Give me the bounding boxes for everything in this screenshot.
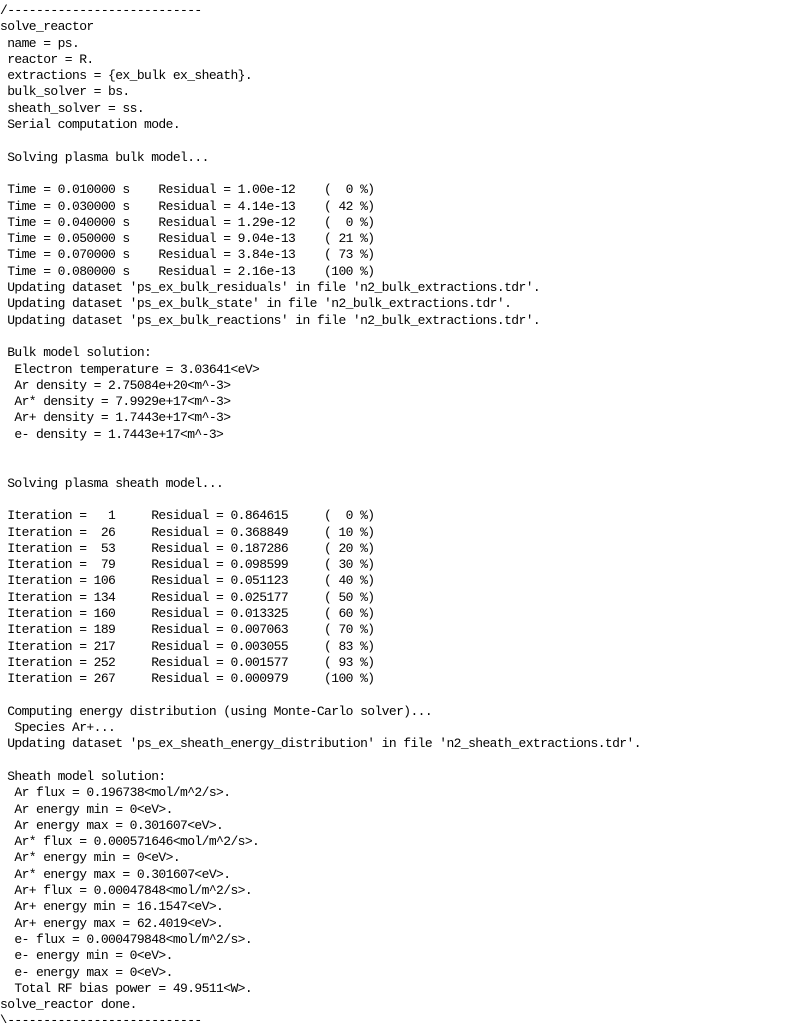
console-line: Iteration = 79 Residual = 0.098599 ( 30 … <box>0 557 375 573</box>
console-line: Solving plasma bulk model... <box>0 149 209 165</box>
console-line: solve_reactor <box>0 19 94 35</box>
console-line: Iteration = 160 Residual = 0.013325 ( 60… <box>0 605 375 621</box>
console-line: Iteration = 267 Residual = 0.000979 (100… <box>0 671 375 687</box>
console-line: sheath_solver = ss. <box>0 100 145 116</box>
console-output: /--------------------------- solve_reacto… <box>0 3 801 1023</box>
console-line: Ar density = 2.75084e+20<m^-3> <box>0 377 231 393</box>
console-line: Updating dataset 'ps_ex_bulk_reactions' … <box>0 312 541 328</box>
console-line: Ar+ energy min = 16.1547<eV>. <box>0 899 224 915</box>
console-line: Solving plasma sheath model... <box>0 475 224 491</box>
console-line: Updating dataset 'ps_ex_bulk_residuals' … <box>0 280 541 296</box>
console-line: name = ps. <box>0 35 80 51</box>
console-line: Sheath model solution: <box>0 768 166 784</box>
console-line: bulk_solver = bs. <box>0 84 130 100</box>
console-line: Ar+ energy max = 62.4019<eV>. <box>0 915 224 931</box>
console-line: Updating dataset 'ps_ex_bulk_state' in f… <box>0 296 512 312</box>
console-line: Serial computation mode. <box>0 117 181 133</box>
console-line: Ar flux = 0.196738<mol/m^2/s>. <box>0 785 231 801</box>
console-line: e- density = 1.7443e+17<m^-3> <box>0 426 224 442</box>
console-line: Ar+ density = 1.7443e+17<m^-3> <box>0 410 231 426</box>
console-line: Iteration = 53 Residual = 0.187286 ( 20 … <box>0 540 375 556</box>
console-line: Ar* density = 7.9929e+17<m^-3> <box>0 394 231 410</box>
console-line: Iteration = 106 Residual = 0.051123 ( 40… <box>0 573 375 589</box>
console-line: Iteration = 26 Residual = 0.368849 ( 10 … <box>0 524 375 540</box>
console-line: Ar+ flux = 0.00047848<mol/m^2/s>. <box>0 883 253 899</box>
console-line: Time = 0.080000 s Residual = 2.16e-13 (1… <box>0 263 375 279</box>
console-line: solve_reactor done. <box>0 997 137 1013</box>
console-line: Ar energy min = 0<eV>. <box>0 801 173 817</box>
console-line: Ar* energy min = 0<eV>. <box>0 850 181 866</box>
console-line: \--------------------------- <box>0 1013 202 1023</box>
console-line: Electron temperature = 3.03641<eV> <box>0 361 260 377</box>
console-line: Time = 0.040000 s Residual = 1.29e-12 ( … <box>0 214 375 230</box>
console-line: Iteration = 134 Residual = 0.025177 ( 50… <box>0 589 375 605</box>
console-line: Time = 0.070000 s Residual = 3.84e-13 ( … <box>0 247 375 263</box>
console-line: Ar* flux = 0.000571646<mol/m^2/s>. <box>0 834 260 850</box>
console-line: Species Ar+... <box>0 720 116 736</box>
console-line: e- flux = 0.000479848<mol/m^2/s>. <box>0 931 253 947</box>
console-line: Iteration = 217 Residual = 0.003055 ( 83… <box>0 638 375 654</box>
console-line: Iteration = 252 Residual = 0.001577 ( 93… <box>0 654 375 670</box>
console-line: Total RF bias power = 49.9511<W>. <box>0 980 253 996</box>
console-line: Computing energy distribution (using Mon… <box>0 703 433 719</box>
console-line: Updating dataset 'ps_ex_sheath_energy_di… <box>0 736 641 752</box>
console-line: Time = 0.050000 s Residual = 9.04e-13 ( … <box>0 231 375 247</box>
console-line: Time = 0.030000 s Residual = 4.14e-13 ( … <box>0 198 375 214</box>
console-line: e- energy max = 0<eV>. <box>0 964 173 980</box>
console-line: e- energy min = 0<eV>. <box>0 948 173 964</box>
console-line: Time = 0.010000 s Residual = 1.00e-12 ( … <box>0 182 375 198</box>
console-line: /--------------------------- <box>0 3 202 18</box>
console-line: Iteration = 1 Residual = 0.864615 ( 0 %) <box>0 508 375 524</box>
console-line: Ar* energy max = 0.301607<eV>. <box>0 866 231 882</box>
console-line: reactor = R. <box>0 51 94 67</box>
console-line: Ar energy max = 0.301607<eV>. <box>0 817 224 833</box>
console-line: Iteration = 189 Residual = 0.007063 ( 70… <box>0 622 375 638</box>
console-line: extractions = {ex_bulk ex_sheath}. <box>0 68 253 84</box>
console-line: Bulk model solution: <box>0 345 152 361</box>
